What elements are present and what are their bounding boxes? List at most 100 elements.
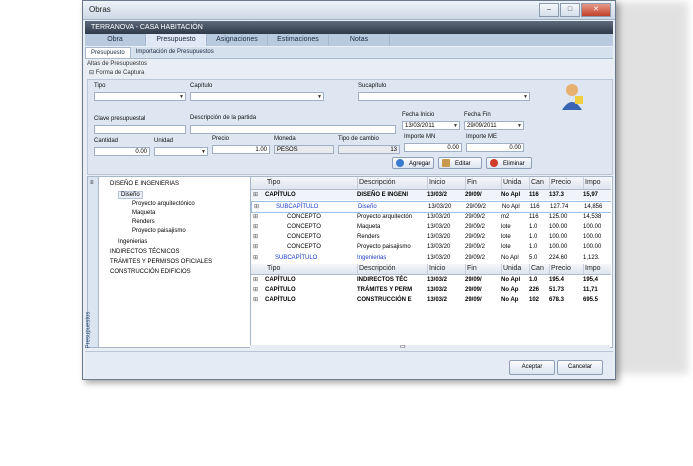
maximize-button[interactable]: □: [560, 3, 580, 17]
importe-mn-label: Importe MN: [404, 134, 436, 140]
table-row[interactable]: ⊞ CAPÍTULO INDIRECTOS TÉC 13/03/2 29/09/No A…: [251, 275, 611, 285]
expand-icon[interactable]: ⊞: [253, 242, 261, 252]
column-header[interactable]: Unida: [501, 177, 530, 189]
pin-icon[interactable]: ≡: [90, 180, 94, 186]
tree-item[interactable]: Proyecto paisajismo: [132, 228, 186, 234]
column-header[interactable]: Descripción: [357, 177, 428, 189]
aceptar-button[interactable]: Aceptar: [509, 360, 555, 375]
pencil-icon: [442, 159, 450, 167]
subtab-presupuesto[interactable]: Presupuesto: [85, 47, 131, 58]
precio-input[interactable]: 1.00: [212, 145, 270, 154]
side-strip[interactable]: ≡ Presupuestos: [85, 177, 99, 348]
tree-item[interactable]: Renders: [132, 219, 155, 225]
title-bar[interactable]: Obras – □ ✕: [83, 1, 615, 20]
cantidad-input[interactable]: 0.00: [94, 147, 150, 156]
tab-obra[interactable]: Obra: [85, 34, 146, 46]
close-button[interactable]: ✕: [581, 3, 611, 17]
sub-tabs: Presupuesto Importación de Presupuestos: [85, 47, 613, 59]
table-cell: 29/09/: [465, 192, 482, 198]
dropdown-arrow-icon: ▼: [317, 94, 322, 100]
subcapitulo-select[interactable]: ▼: [358, 92, 530, 101]
cancelar-button[interactable]: Cancelar: [557, 360, 603, 375]
table-cell: 195,4: [583, 277, 599, 283]
expand-icon[interactable]: ⊞: [253, 253, 261, 263]
clave-input[interactable]: [94, 125, 186, 134]
tree-item[interactable]: Ingenierias: [118, 239, 147, 245]
table-row[interactable]: ⊞ CONCEPTO Proyecto arquitectón 13/03/20 29/…: [251, 212, 611, 222]
grid-header-row: Tipo Descripción Inicio Fin Unida Can Precio Im…: [251, 264, 611, 275]
tab-asignaciones[interactable]: Asignaciones: [207, 34, 268, 46]
column-header[interactable]: Precio: [549, 177, 584, 189]
expand-icon[interactable]: ⊞: [253, 285, 261, 295]
moneda-label: Moneda: [274, 136, 296, 142]
column-header[interactable]: Inicio: [427, 177, 466, 189]
table-cell: 100.00: [549, 224, 568, 230]
column-header[interactable]: Can: [529, 177, 550, 189]
table-cell: 116: [530, 204, 540, 210]
table-row[interactable]: ⊞ CONCEPTO Proyecto paisajismo 13/03/20 29/0…: [251, 242, 611, 252]
table-cell: Maqueta: [357, 224, 381, 230]
expand-icon[interactable]: ⊞: [254, 202, 262, 212]
tipo-select[interactable]: ▼: [94, 92, 186, 101]
tab-notas[interactable]: Notas: [329, 34, 390, 46]
capitulo-select[interactable]: ▼: [190, 92, 324, 101]
obras-window: Obras – □ ✕ TERRANOVA - CASA HABITACIÓN …: [82, 0, 616, 380]
eliminar-label: Eliminar: [503, 161, 525, 167]
table-row[interactable]: ⊞ CONCEPTO Renders 13/03/20 29/09/2 lote 1.0 10…: [251, 232, 611, 242]
fecha-inicio-input[interactable]: 13/03/2011 ▼: [402, 121, 460, 130]
table-cell: CAPÍTULO: [265, 297, 296, 303]
table-cell: No Ap: [501, 297, 519, 303]
table-cell: 116: [529, 192, 539, 198]
tree-item[interactable]: DISEÑO E INGENIERIAS: [110, 181, 179, 187]
fecha-fin-input[interactable]: 29/09/2011 ▼: [464, 121, 524, 130]
capitulo-label: Capítulo: [190, 83, 213, 89]
table-cell: 29/09/: [465, 277, 482, 283]
table-cell: m2: [501, 214, 510, 220]
table-row[interactable]: ⊞ CAPÍTULO CONSTRUCCIÓN E 13/03/2 29/09/No A…: [251, 295, 611, 305]
table-row[interactable]: ⊞ SUBCAPÍTULO Ingenierias 13/03/20 29/09/2 No…: [251, 253, 611, 263]
column-header[interactable]: Tipo: [265, 177, 358, 189]
column-header: Tipo: [265, 264, 358, 274]
column-header[interactable]: Fin: [465, 177, 502, 189]
column-header[interactable]: Impo: [583, 177, 611, 189]
expand-icon[interactable]: ⊞: [253, 295, 261, 305]
clave-label: Clave presupuestal: [94, 116, 146, 122]
table-row[interactable]: ⊞ CAPÍTULO DISEÑO E INGENI 13/03/2 29/09/No …: [251, 190, 611, 200]
expand-icon[interactable]: ⊞: [253, 232, 261, 242]
expand-icon[interactable]: ⊞: [253, 275, 261, 285]
table-cell: 1.0: [529, 277, 538, 283]
table-cell: 13/03/20: [427, 224, 451, 230]
table-row[interactable]: ⊞ CONCEPTO Maqueta 13/03/20 29/09/2 lote 1.0 10…: [251, 222, 611, 232]
table-cell: CONSTRUCCIÓN E: [357, 297, 412, 303]
table-cell: CAPÍTULO: [265, 287, 296, 293]
minimize-button[interactable]: –: [539, 3, 559, 17]
column-header: Precio: [549, 264, 584, 274]
expand-icon[interactable]: ⊞: [253, 190, 261, 200]
table-cell: Proyecto paisajismo: [357, 244, 411, 250]
table-cell: 13/03/2: [427, 287, 448, 293]
subcapitulo-label: Sucapítulo: [358, 83, 387, 89]
tree-item[interactable]: TRÁMITES Y PERMISOS OFICIALES: [110, 259, 212, 265]
unidad-label: Unidad: [154, 138, 174, 144]
tree-item[interactable]: CONSTRUCCIÓN EDIFICIOS: [110, 269, 191, 275]
table-row[interactable]: ⊞ CAPÍTULO TRÁMITES Y PERM 13/03/2 29/09/No …: [251, 285, 611, 295]
table-cell: 1.0: [529, 244, 538, 250]
agregar-button[interactable]: Agregar: [392, 157, 434, 169]
table-cell: 13/03/2: [427, 192, 448, 198]
descripcion-input[interactable]: [190, 125, 396, 134]
eliminar-button[interactable]: Eliminar: [486, 157, 532, 169]
editar-button[interactable]: Editar: [438, 157, 482, 169]
window-title: Obras: [89, 5, 111, 14]
subtab-importacion[interactable]: Importación de Presupuestos: [131, 47, 219, 58]
tree-item[interactable]: INDIRECTOS TÉCNICOS: [110, 249, 179, 255]
expand-icon[interactable]: ⊞: [253, 222, 261, 232]
tab-estimaciones[interactable]: Estimaciones: [268, 34, 329, 46]
expand-icon[interactable]: ⊞: [253, 212, 261, 222]
tree-item[interactable]: Proyecto arquitectónico: [132, 201, 195, 207]
tree-item-selected[interactable]: Diseño: [118, 191, 143, 199]
unidad-select[interactable]: ▼: [154, 147, 208, 156]
table-cell: 137.3: [549, 192, 565, 198]
tree-item[interactable]: Maqueta: [132, 210, 155, 216]
tab-presupuesto[interactable]: Presupuesto: [146, 34, 207, 46]
forma-captura-toggle[interactable]: ⊟ Forma de Captura: [89, 69, 144, 76]
